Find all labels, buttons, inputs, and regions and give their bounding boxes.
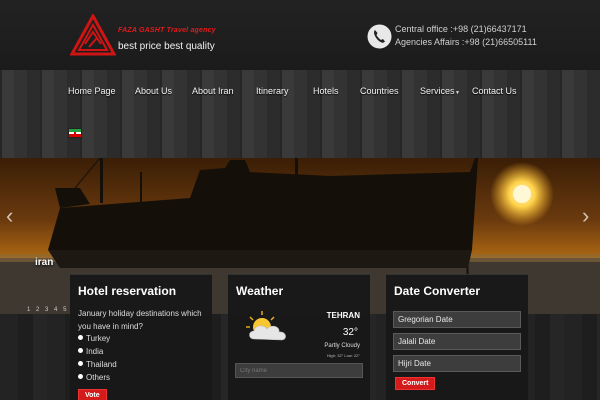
nav-about-iran[interactable]: About Iran: [192, 86, 234, 96]
slider-page-5[interactable]: 5: [63, 307, 66, 313]
partly-cloudy-icon: [246, 311, 286, 341]
weather-high-low: High: 32° Low: 22°: [326, 353, 360, 358]
iran-flag-icon[interactable]: [68, 128, 82, 138]
poll-option-others[interactable]: Others: [78, 373, 110, 382]
poll-option-india[interactable]: India: [78, 347, 103, 356]
slide-caption: iran: [35, 257, 54, 268]
convert-button[interactable]: Convert: [395, 377, 436, 390]
hijri-date-field[interactable]: Hijri Date: [393, 355, 521, 372]
city-name-input[interactable]: [235, 363, 363, 378]
brand-name: FAZA GASHT Travel agency: [118, 27, 216, 34]
vote-button[interactable]: Vote: [78, 389, 107, 400]
weather-panel: Weather TEHRAN 32° Partly Cloudy High: 3…: [228, 274, 370, 400]
tagline: best price best quality: [118, 41, 215, 52]
slider-prev-arrow[interactable]: ‹: [6, 203, 13, 229]
jalali-date-field[interactable]: Jalali Date: [393, 333, 521, 350]
nav-hotels[interactable]: Hotels: [313, 86, 339, 96]
faza-gasht-logo[interactable]: [70, 14, 116, 56]
weather-city: TEHRAN: [326, 311, 360, 320]
radio-icon[interactable]: [78, 374, 83, 379]
gregorian-date-field[interactable]: Gregorian Date: [393, 311, 521, 328]
slider-pager: 1 2 3 4 5: [27, 307, 70, 313]
slider-next-arrow[interactable]: ›: [582, 203, 589, 229]
nav-services[interactable]: Services: [420, 86, 455, 96]
slider-page-2[interactable]: 2: [36, 307, 39, 313]
radio-icon[interactable]: [78, 348, 83, 353]
main-navigation: Home Page About Us About Iran Itinerary …: [0, 70, 600, 158]
nav-home-page[interactable]: Home Page: [68, 86, 116, 96]
services-dropdown-icon[interactable]: ▼: [455, 90, 460, 96]
hotel-reservation-panel: Hotel reservation January holiday destin…: [70, 274, 212, 400]
nav-itinerary[interactable]: Itinerary: [256, 86, 289, 96]
weather-temperature: 32°: [342, 327, 358, 338]
poll-option-turkey[interactable]: Turkey: [78, 334, 110, 343]
weather-condition: Partly Cloudy: [324, 343, 360, 349]
central-office-phone: Central office :+98 (21)66437171: [395, 24, 527, 34]
hotel-reservation-title: Hotel reservation: [78, 284, 177, 298]
poll-option-thailand[interactable]: Thailand: [78, 360, 117, 369]
poll-question: January holiday destinations which you h…: [78, 309, 202, 331]
slider-page-1[interactable]: 1: [27, 307, 30, 313]
weather-title: Weather: [236, 284, 284, 298]
nav-about-us[interactable]: About Us: [135, 86, 172, 96]
site-header: FAZA GASHT Travel agency best price best…: [0, 0, 600, 70]
slider-page-4[interactable]: 4: [54, 307, 57, 313]
date-converter-title: Date Converter: [394, 284, 481, 298]
agencies-affairs-phone: Agencies Affairs :+98 (21)66505111: [395, 37, 537, 47]
slider-page-3[interactable]: 3: [45, 307, 48, 313]
phone-icon: [367, 24, 392, 49]
nav-countries[interactable]: Countries: [360, 86, 399, 96]
radio-icon[interactable]: [78, 335, 83, 340]
radio-icon[interactable]: [78, 361, 83, 366]
nav-contact-us[interactable]: Contact Us: [472, 86, 517, 96]
date-converter-panel: Date Converter Gregorian Date Jalali Dat…: [386, 274, 528, 400]
